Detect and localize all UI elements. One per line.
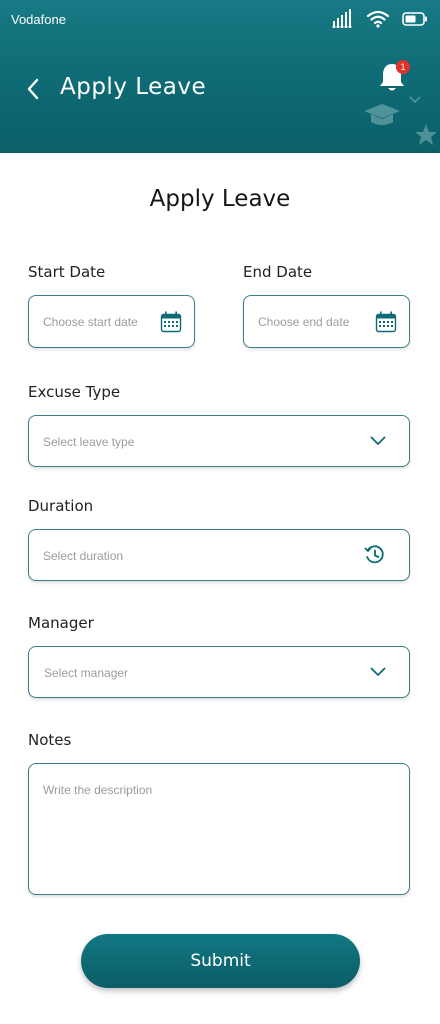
notes-label: Notes bbox=[28, 731, 72, 749]
manager-placeholder: Select manager bbox=[44, 666, 129, 680]
header-title: Apply Leave bbox=[60, 74, 207, 100]
end-date-placeholder: Choose end date bbox=[258, 315, 350, 329]
chevron-down-icon[interactable] bbox=[370, 667, 386, 677]
history-icon[interactable] bbox=[364, 544, 386, 566]
star-icon bbox=[415, 124, 437, 145]
signal-icon bbox=[332, 9, 352, 28]
submit-label: Submit bbox=[190, 951, 251, 971]
excuse-type-placeholder: Select leave type bbox=[43, 435, 135, 449]
start-date-placeholder: Choose start date bbox=[43, 315, 138, 329]
notification-badge: 1 bbox=[396, 60, 410, 74]
manager-label: Manager bbox=[28, 614, 94, 632]
carrier-name: Vodafone bbox=[11, 12, 66, 27]
excuse-type-select[interactable]: Select leave type bbox=[28, 415, 410, 467]
duration-field[interactable]: Select duration bbox=[28, 529, 410, 581]
duration-placeholder: Select duration bbox=[43, 549, 124, 563]
battery-icon bbox=[402, 12, 427, 26]
submit-button[interactable]: Submit bbox=[81, 934, 360, 988]
notes-placeholder: Write the description bbox=[43, 783, 153, 797]
status-icons bbox=[332, 9, 428, 29]
manager-select[interactable]: Select manager bbox=[28, 646, 410, 698]
calendar-icon[interactable] bbox=[375, 311, 397, 333]
chevron-down-icon[interactable] bbox=[370, 436, 386, 446]
end-date-field[interactable]: Choose end date bbox=[243, 295, 410, 348]
start-date-field[interactable]: Choose start date bbox=[28, 295, 195, 348]
excuse-type-label: Excuse Type bbox=[28, 383, 121, 401]
page-title: Apply Leave bbox=[149, 186, 291, 212]
graduation-cap-icon bbox=[364, 104, 400, 125]
calendar-icon[interactable] bbox=[160, 311, 182, 333]
back-button[interactable] bbox=[18, 74, 48, 104]
chevron-down-icon bbox=[409, 96, 421, 104]
notes-textarea[interactable]: Write the description bbox=[28, 763, 410, 895]
chevron-left-icon bbox=[27, 78, 39, 100]
duration-label: Duration bbox=[28, 497, 94, 515]
status-bar: Vodafone bbox=[0, 0, 440, 40]
start-date-label: Start Date bbox=[28, 263, 106, 281]
end-date-label: End Date bbox=[243, 263, 313, 281]
wifi-icon bbox=[366, 10, 390, 28]
app-header: Vodafone Apply Leave 1 bbox=[0, 0, 440, 153]
